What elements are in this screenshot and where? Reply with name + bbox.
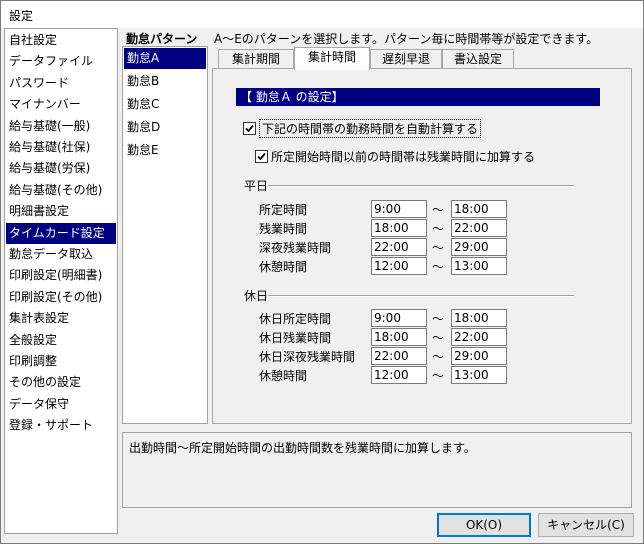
menu-item[interactable]: データファイル — [6, 51, 116, 72]
menu-item[interactable]: データ保守 — [6, 394, 116, 415]
menu-item[interactable]: 登録・サポート — [6, 415, 116, 436]
holiday-divider — [268, 295, 574, 297]
start-time-input[interactable] — [371, 347, 427, 365]
range-separator: ～ — [432, 369, 445, 383]
pattern-settings-header: 【 勤怠Ａ の設定】 — [236, 88, 600, 106]
ok-button[interactable]: OK(O) — [437, 513, 531, 537]
hint-text: 出勤時間～所定開始時間の出勤時間数を残業時間に加算します。 — [129, 441, 476, 455]
end-time-input[interactable] — [451, 238, 507, 256]
start-time-input[interactable] — [371, 328, 427, 346]
range-separator: ～ — [432, 203, 445, 217]
end-time-input[interactable] — [451, 257, 507, 275]
tab[interactable]: 集計期間 — [218, 49, 294, 69]
pattern-item[interactable]: 勤怠C — [124, 94, 206, 115]
start-time-input[interactable] — [371, 309, 427, 327]
add-overtime-label: 所定開始時間以前の時間帯は残業時間に加算する — [271, 149, 536, 164]
start-time-input[interactable] — [371, 200, 427, 218]
end-time-input[interactable] — [451, 200, 507, 218]
time-row-label: 深夜残業時間 — [259, 241, 332, 255]
add-overtime-checkbox[interactable] — [255, 149, 268, 163]
hint-box: 出勤時間～所定開始時間の出勤時間数を残業時間に加算します。 — [122, 432, 632, 508]
menu-item[interactable]: 全般設定 — [6, 330, 116, 351]
menu-item[interactable]: その他の設定 — [6, 372, 116, 393]
menu-item[interactable]: パスワード — [6, 73, 116, 94]
weekday-divider — [268, 185, 574, 187]
add-overtime-checkbox-row[interactable]: 所定開始時間以前の時間帯は残業時間に加算する — [255, 147, 535, 165]
window-title: 設定 — [9, 9, 34, 23]
start-time-input[interactable] — [371, 238, 427, 256]
range-separator: ～ — [432, 331, 445, 345]
tab[interactable]: 集計時間 — [294, 47, 370, 70]
cancel-button[interactable]: キャンセル(C) — [538, 513, 634, 537]
time-row-label: 休憩時間 — [259, 260, 308, 274]
title-bar: 設定 — [0, 0, 644, 28]
range-separator: ～ — [432, 260, 445, 274]
end-time-input[interactable] — [451, 366, 507, 384]
end-time-input[interactable] — [451, 309, 507, 327]
range-separator: ～ — [432, 350, 445, 364]
pattern-item[interactable]: 勤怠E — [124, 140, 206, 161]
section-label: 勤怠パターン — [126, 32, 198, 46]
menu-item[interactable]: 給与基礎(労保) — [6, 158, 116, 179]
tab[interactable]: 遅刻早退 — [370, 49, 442, 69]
menu-item[interactable]: 印刷設定(明細書) — [6, 265, 116, 286]
pattern-item[interactable]: 勤怠D — [124, 117, 206, 138]
section-description: A～Eのパターンを選択します。パターン毎に時間帯等が設定できます。 — [214, 32, 599, 46]
menu-item[interactable]: 集計表設定 — [6, 308, 116, 329]
end-time-input[interactable] — [451, 347, 507, 365]
menu-item[interactable]: 勤怠データ取込 — [6, 244, 116, 265]
menu-item[interactable]: 明細書設定 — [6, 201, 116, 222]
menu-item[interactable]: 給与基礎(一般) — [6, 116, 116, 137]
start-time-input[interactable] — [371, 366, 427, 384]
start-time-input[interactable] — [371, 219, 427, 237]
menu-item[interactable]: 印刷設定(その他) — [6, 287, 116, 308]
menu-item[interactable]: タイムカード設定 — [6, 222, 116, 244]
holiday-group-title: 休日 — [244, 289, 269, 303]
menu-item[interactable]: 自社設定 — [6, 30, 116, 51]
range-separator: ～ — [432, 241, 445, 255]
auto-calc-label: 下記の時間帯の勤務時間を自動計算する — [259, 118, 482, 138]
time-row-label: 所定時間 — [259, 203, 308, 217]
weekday-group-title: 平日 — [244, 179, 269, 193]
pattern-item[interactable]: 勤怠A — [124, 48, 206, 69]
menu-item[interactable]: 給与基礎(その他) — [6, 180, 116, 201]
end-time-input[interactable] — [451, 328, 507, 346]
menu-item[interactable]: マイナンバー — [6, 94, 116, 115]
time-row-label: 休日所定時間 — [259, 312, 332, 326]
auto-calc-checkbox-row[interactable]: 下記の時間帯の勤務時間を自動計算する — [243, 118, 482, 138]
tab[interactable]: 書込設定 — [442, 49, 514, 69]
end-time-input[interactable] — [451, 219, 507, 237]
pattern-list[interactable]: 勤怠A 勤怠B 勤怠C 勤怠D 勤怠E — [122, 46, 208, 424]
time-row-label: 休日残業時間 — [259, 331, 332, 345]
time-row-label: 休日深夜残業時間 — [259, 350, 356, 364]
menu-item[interactable]: 給与基礎(社保) — [6, 137, 116, 158]
pattern-item[interactable]: 勤怠B — [124, 71, 206, 92]
range-separator: ～ — [432, 312, 445, 326]
auto-calc-checkbox[interactable] — [243, 121, 256, 135]
time-row-label: 残業時間 — [259, 222, 308, 236]
time-row-label: 休憩時間 — [259, 369, 308, 383]
menu-item[interactable]: 印刷調整 — [6, 351, 116, 372]
range-separator: ～ — [432, 222, 445, 236]
settings-menu[interactable]: 自社設定 データファイル パスワード マイナンバー 給与基礎(一般) 給与基礎(社保) 給与… — [4, 28, 118, 534]
start-time-input[interactable] — [371, 257, 427, 275]
